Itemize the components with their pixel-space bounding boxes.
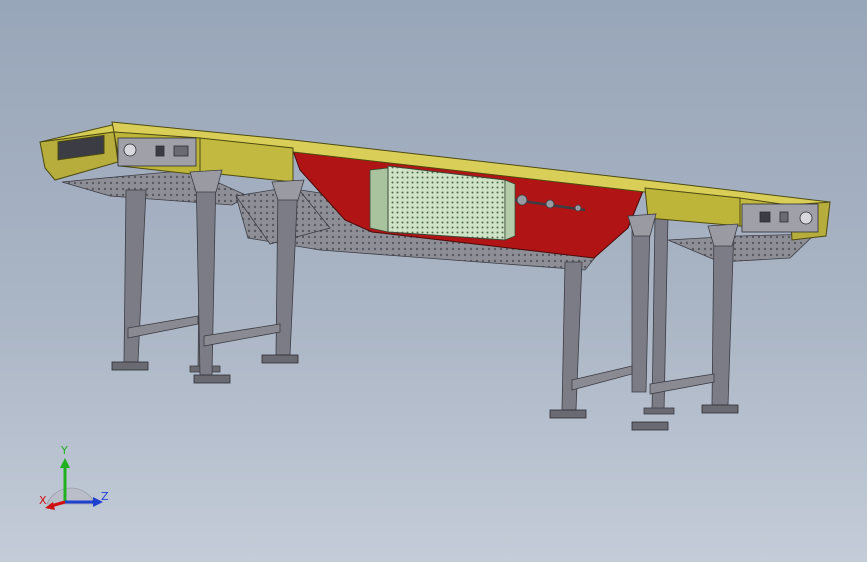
y-axis-arrowhead (60, 458, 70, 468)
conveyor-assembly-model[interactable] (0, 0, 867, 562)
z-axis-label: Z (101, 490, 109, 503)
y-axis-label: Y (60, 444, 68, 457)
x-axis-label: X (39, 494, 47, 507)
orientation-triad[interactable]: Y Z X (35, 440, 115, 520)
cad-viewport[interactable]: Y Z X (0, 0, 867, 562)
